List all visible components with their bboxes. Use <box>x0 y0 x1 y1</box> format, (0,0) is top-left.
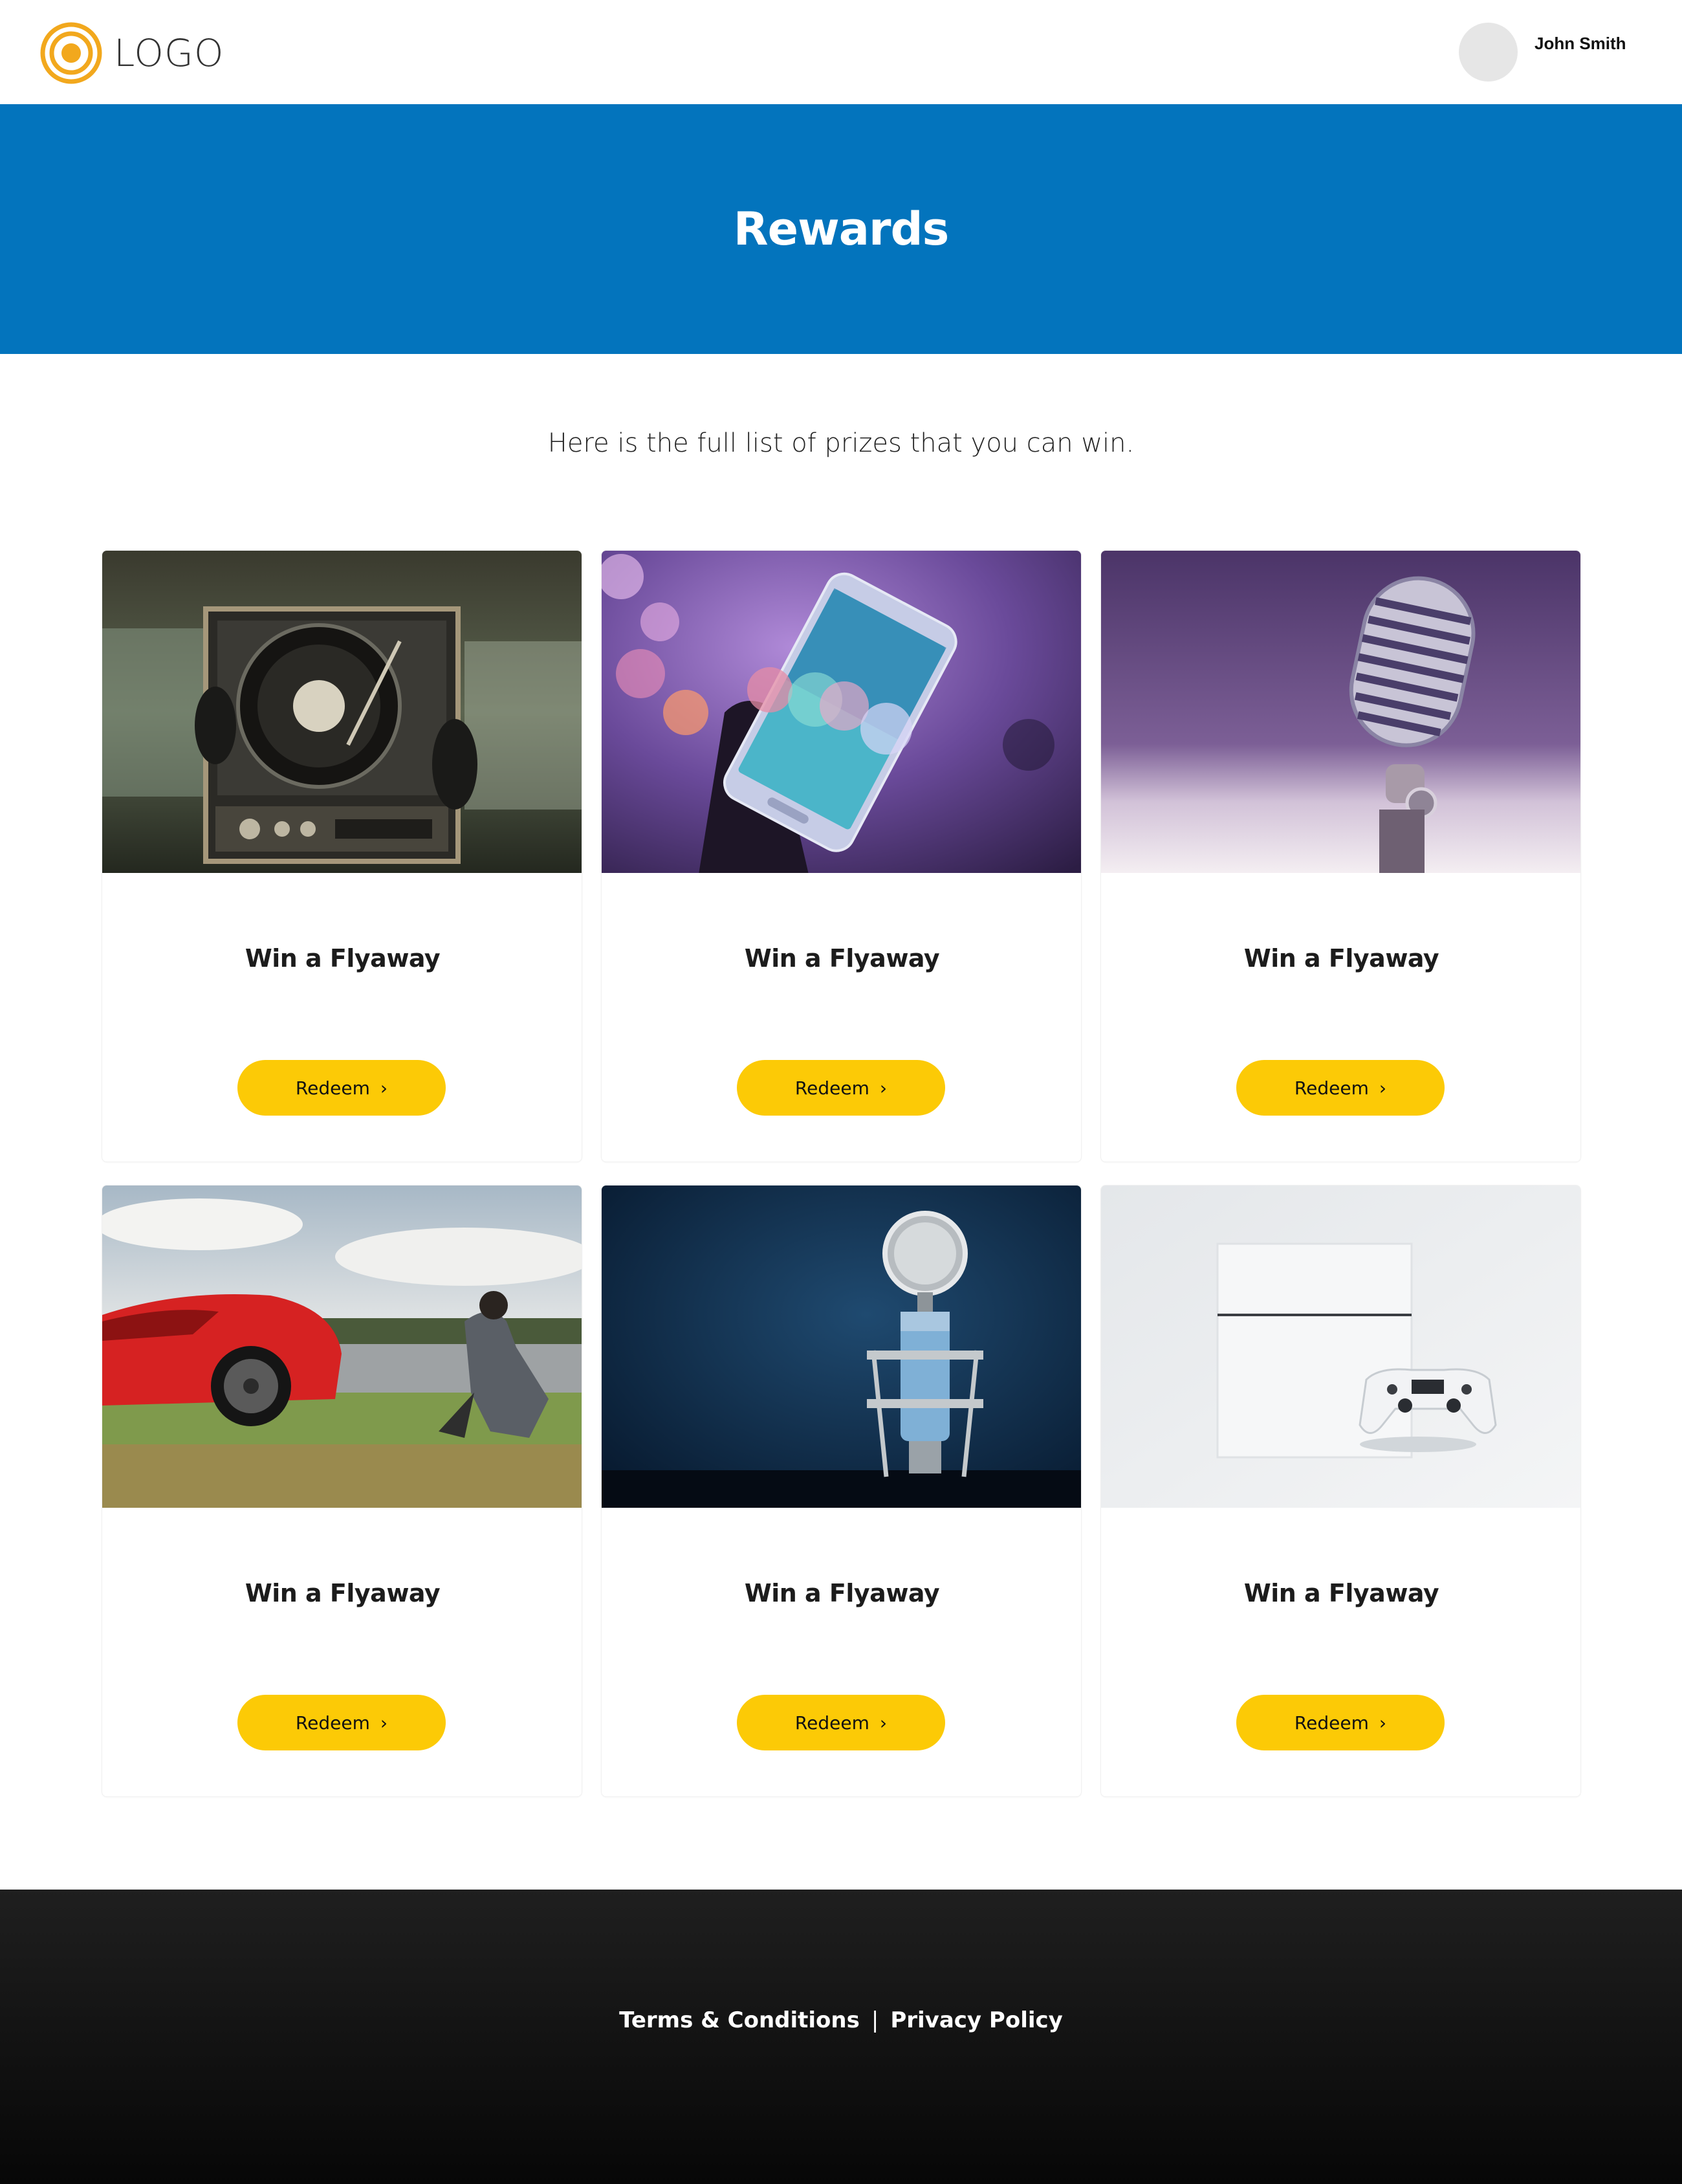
reward-card: Win a Flyaway Redeem › <box>601 1185 1082 1797</box>
logo-icon <box>40 22 102 84</box>
blue-microphone-photo <box>602 1186 1081 1508</box>
chevron-right-icon: › <box>1379 1077 1387 1099</box>
card-title: Win a Flyaway <box>1243 944 1439 973</box>
redeem-button[interactable]: Redeem › <box>237 1060 446 1116</box>
redeem-label: Redeem <box>794 1712 869 1734</box>
site-header: LOGO John Smith <box>0 0 1682 104</box>
redeem-button[interactable]: Redeem › <box>1236 1695 1445 1750</box>
sports-car-photo <box>102 1186 582 1508</box>
chevron-right-icon: › <box>879 1077 888 1099</box>
privacy-link[interactable]: Privacy Policy <box>890 2007 1063 2033</box>
redeem-label: Redeem <box>295 1712 370 1734</box>
reward-card: Win a Flyaway Redeem › <box>102 1185 582 1797</box>
redeem-label: Redeem <box>295 1077 370 1099</box>
site-footer: Terms & Conditions | Privacy Policy <box>0 1890 1682 2184</box>
redeem-button[interactable]: Redeem › <box>737 1060 945 1116</box>
reward-card: Win a Flyaway Redeem › <box>102 550 582 1162</box>
footer-separator: | <box>871 2007 879 2033</box>
reward-card: Win a Flyaway Redeem › <box>1100 1185 1581 1797</box>
chevron-right-icon: › <box>1379 1712 1387 1734</box>
card-title: Win a Flyaway <box>744 1579 940 1607</box>
chevron-right-icon: › <box>380 1712 388 1734</box>
reward-card: Win a Flyaway Redeem › <box>601 550 1082 1162</box>
terms-link[interactable]: Terms & Conditions <box>619 2007 860 2033</box>
redeem-button[interactable]: Redeem › <box>737 1695 945 1750</box>
footer-links: Terms & Conditions | Privacy Policy <box>0 2007 1682 2033</box>
card-title: Win a Flyaway <box>1243 1579 1439 1607</box>
chevron-right-icon: › <box>879 1712 888 1734</box>
redeem-button[interactable]: Redeem › <box>1236 1060 1445 1116</box>
redeem-button[interactable]: Redeem › <box>237 1695 446 1750</box>
microphone-photo <box>1101 551 1580 873</box>
reward-card: Win a Flyaway Redeem › <box>1100 550 1581 1162</box>
logo[interactable]: LOGO <box>40 22 224 84</box>
smartphone-photo <box>602 551 1081 873</box>
user-name[interactable]: John Smith <box>1535 34 1626 54</box>
card-title: Win a Flyaway <box>245 1579 441 1607</box>
game-console-photo <box>1101 1186 1580 1508</box>
intro-text: Here is the full list of prizes that you… <box>547 428 1135 458</box>
avatar[interactable] <box>1459 23 1518 82</box>
hero-banner: Rewards <box>0 104 1682 354</box>
redeem-label: Redeem <box>1294 1077 1369 1099</box>
card-title: Win a Flyaway <box>245 944 441 973</box>
redeem-label: Redeem <box>794 1077 869 1099</box>
logo-text: LOGO <box>114 31 224 75</box>
chevron-right-icon: › <box>380 1077 388 1099</box>
card-title: Win a Flyaway <box>744 944 940 973</box>
turntable-photo <box>102 551 582 873</box>
page-title: Rewards <box>733 203 950 256</box>
redeem-label: Redeem <box>1294 1712 1369 1734</box>
